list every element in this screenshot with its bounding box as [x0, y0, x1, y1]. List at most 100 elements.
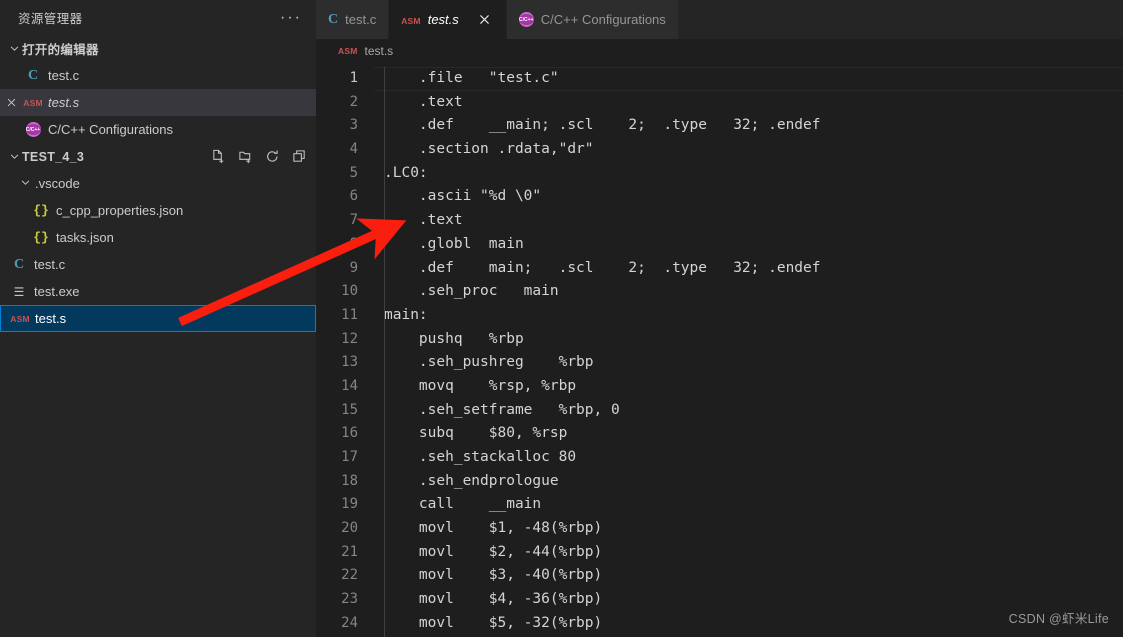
code-line[interactable]: .ascii "%d \0": [374, 185, 1123, 209]
new-file-icon[interactable]: [209, 148, 227, 166]
line-number: 18: [341, 472, 358, 489]
code-editor[interactable]: 1 2 3 4 5 6 7 8 9 10 11 12 13 14 15 16 17 18 19 20 21 22 23 24 …: [316, 63, 1123, 637]
editor-group: C test.c ASM test.s C/C++ C/C++ Configur…: [316, 0, 1123, 637]
code-line[interactable]: .seh_stackalloc 80: [374, 446, 1123, 470]
asm-file-icon: ASM: [23, 97, 43, 108]
close-icon[interactable]: [476, 13, 494, 26]
code-line[interactable]: .globl main: [374, 233, 1123, 257]
tree-item-label: c_cpp_properties.json: [56, 203, 184, 218]
c-file-icon: C: [328, 12, 339, 27]
open-editors-label: 打开的编辑器: [22, 43, 99, 57]
tab-label: test.s: [427, 12, 459, 27]
code-content[interactable]: .file "test.c" .text .def __main; .scl 2…: [374, 63, 1123, 637]
tree-item-label: .vscode: [35, 176, 80, 191]
code-line[interactable]: .text: [374, 209, 1123, 233]
line-number: 24: [341, 614, 358, 631]
workspace-section-header[interactable]: TEST_4_3: [0, 143, 316, 170]
line-number: 23: [341, 591, 358, 608]
explorer-sidebar: 资源管理器 ··· 打开的编辑器 C test.c ASM test.s C/C…: [0, 0, 316, 637]
watermark: CSDN @虾米Life: [1008, 612, 1109, 626]
cpp-config-icon: C/C++: [518, 12, 534, 27]
open-editor-label: C/C++ Configurations: [48, 122, 174, 137]
line-number-gutter: 1 2 3 4 5 6 7 8 9 10 11 12 13 14 15 16 17 18 19 20 21 22 23 24: [316, 63, 374, 637]
asm-file-icon: ASM: [401, 16, 421, 26]
code-line[interactable]: .section .rdata,"dr": [374, 138, 1123, 162]
asm-file-icon: ASM: [338, 46, 358, 56]
code-line[interactable]: .seh_pushreg %rbp: [374, 351, 1123, 375]
c-file-icon: C: [27, 67, 39, 83]
code-line[interactable]: .LC0:: [374, 162, 1123, 186]
tab-cpp-configurations[interactable]: C/C++ C/C++ Configurations: [506, 0, 679, 39]
code-line[interactable]: .def main; .scl 2; .type 32; .endef: [374, 257, 1123, 281]
code-line[interactable]: .seh_endprologue: [374, 470, 1123, 494]
tree-item-test-exe[interactable]: ☰ test.exe: [0, 278, 316, 305]
more-actions-icon[interactable]: ···: [278, 9, 304, 26]
line-number: 6: [349, 188, 358, 205]
code-line[interactable]: movl $1, -48(%rbp): [374, 517, 1123, 541]
code-line[interactable]: .def __main; .scl 2; .type 32; .endef: [374, 114, 1123, 138]
open-editor-cpp-configurations[interactable]: C/C++ C/C++ Configurations: [0, 116, 316, 143]
tab-label: C/C++ Configurations: [540, 12, 666, 27]
tree-item-test-s[interactable]: ASM test.s: [0, 305, 316, 332]
open-editor-label: test.s: [48, 95, 80, 110]
vscode-window: 资源管理器 ··· 打开的编辑器 C test.c ASM test.s C/C…: [0, 0, 1123, 637]
code-line[interactable]: main:: [374, 304, 1123, 328]
collapse-all-icon[interactable]: [290, 148, 308, 166]
line-number: 17: [341, 449, 358, 465]
refresh-icon[interactable]: [263, 148, 281, 166]
cpp-config-icon: C/C++: [22, 122, 44, 137]
tab-bar: C test.c ASM test.s C/C++ C/C++ Configur…: [316, 0, 1123, 39]
tree-item-vscode-folder[interactable]: .vscode: [0, 170, 316, 197]
line-number: 15: [341, 401, 358, 418]
line-number: 20: [341, 520, 358, 537]
line-number: 10: [341, 283, 358, 300]
tree-item-tasks-json[interactable]: {} tasks.json: [0, 224, 316, 251]
code-line[interactable]: .seh_setframe %rbp, 0: [374, 399, 1123, 423]
line-number: 2: [349, 93, 358, 110]
close-icon[interactable]: [0, 97, 22, 108]
code-line[interactable]: call __main: [374, 493, 1123, 517]
binary-file-icon: ☰: [13, 284, 25, 299]
json-file-icon: {}: [33, 203, 49, 218]
line-number: 19: [341, 496, 358, 513]
code-line[interactable]: .file "test.c": [374, 67, 1123, 91]
tree-item-label: test.exe: [34, 284, 80, 299]
tree-item-test-c[interactable]: C test.c: [0, 251, 316, 278]
open-editor-test-c[interactable]: C test.c: [0, 62, 316, 89]
tree-item-label: test.s: [35, 311, 67, 326]
tab-test-c[interactable]: C test.c: [316, 0, 390, 39]
chevron-down-icon: [6, 43, 22, 54]
new-folder-icon[interactable]: [236, 148, 254, 166]
code-line[interactable]: pushq %rbp: [374, 328, 1123, 352]
tree-item-label: tasks.json: [56, 230, 114, 245]
code-line[interactable]: .seh_proc main: [374, 280, 1123, 304]
chevron-down-icon: [6, 151, 22, 162]
indent-guide: [384, 67, 385, 637]
line-number: 11: [341, 306, 358, 323]
tab-test-s[interactable]: ASM test.s: [389, 0, 507, 39]
explorer-title: 资源管理器: [18, 12, 83, 26]
json-file-icon: {}: [33, 230, 49, 245]
tab-label: test.c: [345, 12, 377, 27]
line-number: 5: [349, 164, 358, 181]
tree-item-label: test.c: [34, 257, 66, 272]
line-number: 12: [341, 330, 358, 347]
tree-item-c-cpp-properties-json[interactable]: {} c_cpp_properties.json: [0, 197, 316, 224]
code-line[interactable]: movl $2, -44(%rbp): [374, 541, 1123, 565]
code-line[interactable]: .text: [374, 91, 1123, 115]
breadcrumb-label: test.s: [364, 44, 394, 58]
code-line[interactable]: subq $80, %rsp: [374, 422, 1123, 446]
breadcrumb[interactable]: ASM test.s: [316, 39, 1123, 63]
line-number: 8: [349, 235, 358, 252]
line-number: 16: [341, 425, 358, 442]
code-line[interactable]: movq %rsp, %rbp: [374, 375, 1123, 399]
line-number: 14: [341, 377, 358, 394]
line-number: 7: [349, 212, 358, 229]
code-line[interactable]: movl $3, -40(%rbp): [374, 564, 1123, 588]
line-number: 1: [349, 70, 358, 86]
open-editor-test-s[interactable]: ASM test.s: [0, 89, 316, 116]
explorer-title-row: 资源管理器 ···: [0, 0, 316, 35]
open-editors-section-header[interactable]: 打开的编辑器: [0, 35, 316, 62]
line-number: 3: [349, 117, 358, 134]
asm-file-icon: ASM: [10, 313, 30, 324]
